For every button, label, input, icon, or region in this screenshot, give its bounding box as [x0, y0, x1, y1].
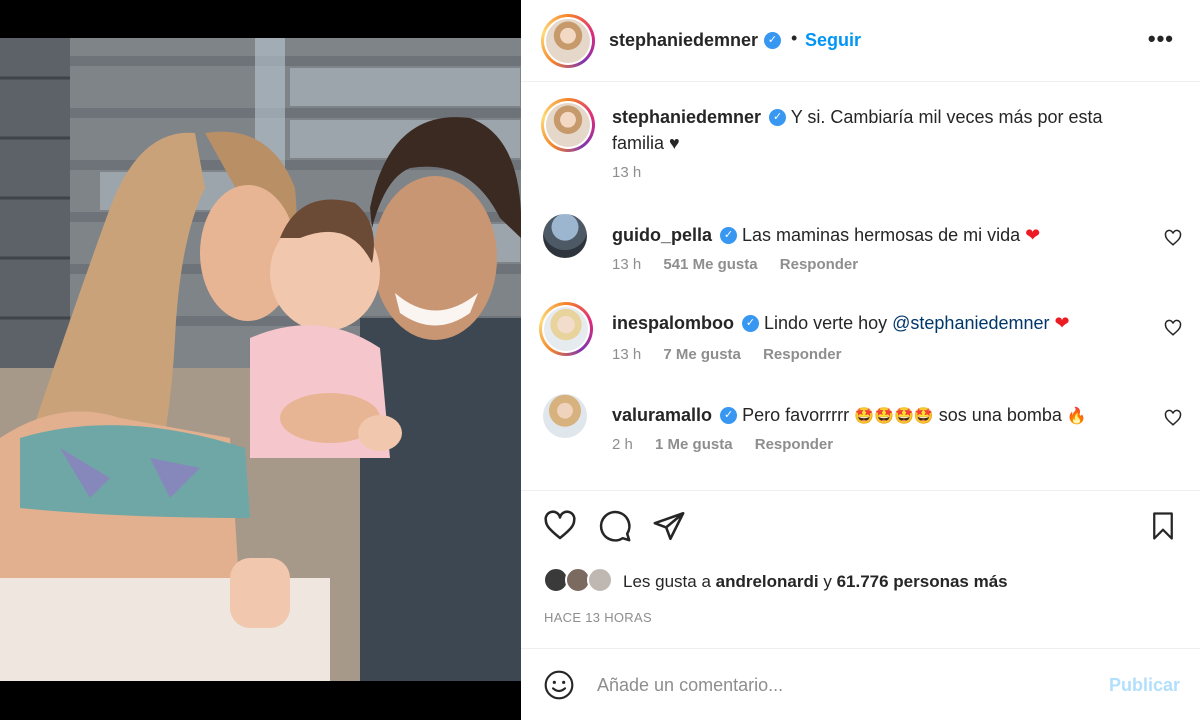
comment-text: Lindo verte hoy — [764, 313, 888, 333]
commenter-avatar[interactable] — [543, 214, 587, 258]
commenter-avatar[interactable] — [543, 394, 587, 438]
comment-icon[interactable] — [598, 509, 632, 543]
verified-badge-icon: ✓ — [764, 32, 781, 49]
smiley-icon[interactable] — [543, 669, 575, 701]
liker-avatars[interactable] — [543, 567, 615, 595]
post-photo-panel — [0, 0, 521, 720]
comment-body: guido_pella ✓ Las maminas hermosas de mi … — [612, 222, 1132, 248]
comment-input[interactable] — [597, 671, 1077, 699]
share-icon[interactable] — [652, 509, 686, 543]
photo-illustration — [0, 38, 521, 681]
author-username[interactable]: stephaniedemner — [609, 30, 758, 51]
comment-likes[interactable]: 7 Me gusta — [663, 346, 741, 363]
comments-list[interactable]: stephaniedemner ✓ Y si. Cambiaría mil vec… — [521, 82, 1200, 490]
comment-body: inespalomboo ✓ Lindo verte hoy @stephanie… — [612, 310, 1132, 336]
comment-body: valuramallo ✓ Pero favorrrrr 🤩🤩🤩🤩 sos una… — [612, 402, 1132, 430]
red-heart-emoji: ❤ — [1025, 225, 1041, 245]
comment-like-heart-icon[interactable] — [1164, 229, 1182, 247]
commenter-username[interactable]: guido_pella — [612, 225, 712, 245]
likes-count[interactable]: 61.776 personas más — [837, 572, 1008, 591]
post-header: stephaniedemner ✓ • Seguir ••• — [521, 0, 1200, 82]
comment-text: Pero favorrrrr — [742, 405, 850, 425]
more-options-icon[interactable]: ••• — [1148, 26, 1174, 52]
comment-likes[interactable]: 541 Me gusta — [663, 256, 757, 273]
comment-meta: 2 h 1 Me gusta Responder — [612, 436, 851, 453]
verified-badge-icon: ✓ — [720, 406, 738, 424]
comment-meta: 13 h 541 Me gusta Responder — [612, 256, 876, 273]
mention-link[interactable]: @stephaniedemner — [892, 313, 1049, 333]
comment-meta: 13 h 7 Me gusta Responder — [612, 346, 859, 363]
comment-time[interactable]: 13 h — [612, 346, 641, 363]
comment-like-heart-icon[interactable] — [1164, 319, 1182, 337]
likes-connector: y — [823, 572, 832, 591]
post-timestamp[interactable]: HACE 13 HORAS — [544, 610, 652, 625]
heart-icon[interactable] — [543, 509, 577, 543]
bookmark-icon[interactable] — [1148, 509, 1178, 543]
caption-body: stephaniedemner ✓ Y si. Cambiaría mil vec… — [612, 104, 1132, 156]
star-struck-emojis: 🤩🤩🤩🤩 — [854, 408, 934, 425]
post-actions: Les gusta a andrelonardi y 61.776 person… — [521, 490, 1200, 648]
comment-like-heart-icon[interactable] — [1164, 409, 1182, 427]
comment-text: Las maminas hermosas de mi vida — [742, 225, 1021, 245]
post-photo[interactable] — [0, 38, 521, 681]
comment-composer: Publicar — [521, 648, 1200, 720]
likes-text: Les gusta a andrelonardi y 61.776 person… — [623, 572, 1008, 592]
verified-badge-icon: ✓ — [769, 108, 787, 126]
publish-button[interactable]: Publicar — [1109, 675, 1180, 696]
comment-text-2: sos una bomba — [938, 405, 1062, 425]
likes-prefix: Les gusta a — [623, 572, 711, 591]
follow-button[interactable]: Seguir — [805, 30, 861, 51]
commenter-username[interactable]: valuramallo — [612, 405, 712, 425]
reply-button[interactable]: Responder — [763, 346, 841, 363]
author-avatar[interactable] — [541, 14, 595, 68]
red-heart-emoji: ❤ — [1054, 313, 1070, 333]
separator-dot: • — [791, 28, 798, 48]
commenter-avatar[interactable] — [539, 302, 593, 356]
caption-username[interactable]: stephaniedemner — [612, 107, 761, 127]
fire-emoji: 🔥 — [1066, 408, 1087, 425]
caption-emoji: ♥ — [669, 133, 680, 153]
verified-badge-icon: ✓ — [742, 314, 760, 332]
caption-time[interactable]: 13 h — [612, 164, 641, 181]
comment-likes[interactable]: 1 Me gusta — [655, 436, 733, 453]
comment-time[interactable]: 2 h — [612, 436, 633, 453]
reply-button[interactable]: Responder — [780, 256, 858, 273]
commenter-username[interactable]: inespalomboo — [612, 313, 734, 333]
comment-time[interactable]: 13 h — [612, 256, 641, 273]
caption-meta: 13 h — [612, 164, 659, 181]
caption-avatar[interactable] — [541, 98, 595, 152]
verified-badge-icon: ✓ — [720, 226, 738, 244]
reply-button[interactable]: Responder — [755, 436, 833, 453]
post-side-panel: stephaniedemner ✓ • Seguir ••• stephanie… — [521, 0, 1200, 720]
liker-username[interactable]: andrelonardi — [716, 572, 819, 591]
